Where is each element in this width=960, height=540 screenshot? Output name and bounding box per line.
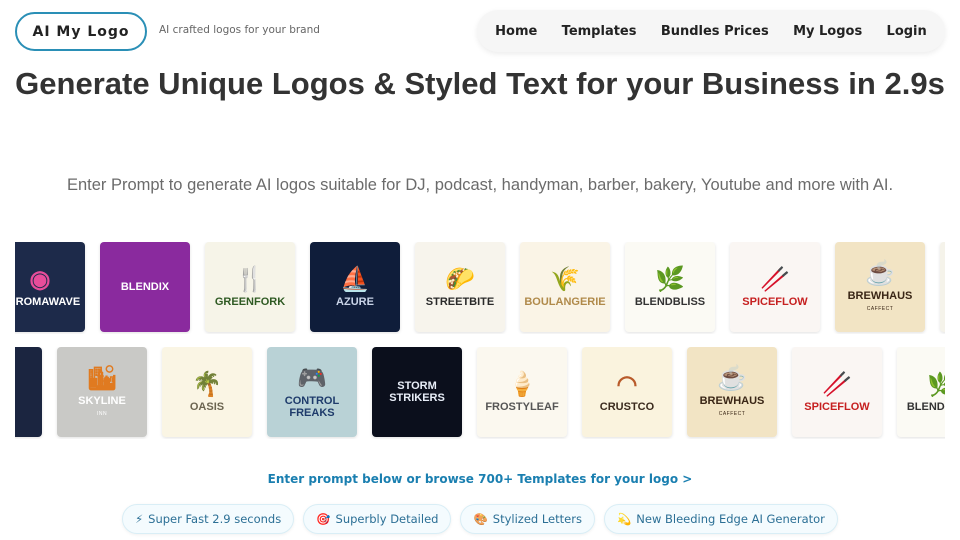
sparkle-icon: 💫 (616, 512, 632, 526)
logo-symbol-icon: 🏙 (86, 364, 118, 392)
nav-my-logos[interactable]: My Logos (793, 24, 862, 39)
logo-symbol-icon: 🍦 (507, 371, 537, 398)
logo-symbol-icon: 🌿 (927, 371, 945, 398)
logo-template-tile[interactable]: 🌿 BLENDBLISS (897, 347, 945, 437)
palette-icon: 🎨 (473, 512, 488, 526)
logo-wordmark: STORM STRIKERS (389, 380, 445, 404)
logo-template-tile[interactable]: BLENDIX (100, 242, 190, 332)
logo-symbol-icon: 🌮 (445, 266, 475, 293)
logo-wordmark: AZURE (336, 296, 374, 308)
logo-template-tile[interactable]: ◉ CHROMAWAVE (15, 242, 85, 332)
logo-subtext: CAFFECT (866, 305, 894, 312)
logo-wordmark: BREWHAUS (847, 289, 913, 302)
logo-symbol-icon: 🌾 (550, 266, 580, 293)
logo-symbol-icon: 🌿 (655, 266, 685, 293)
logo-symbol-icon: 🎮 (297, 365, 327, 392)
feature-pill-detail: 🎯 Superbly Detailed (303, 504, 452, 534)
feature-pill-letters: 🎨 Stylized Letters (460, 504, 595, 534)
brand-tagline: AI crafted logos for your brand (159, 24, 320, 36)
logo-wordmark: SPICEFLOW (742, 296, 808, 308)
logo-symbol-icon: ⛵ (340, 266, 370, 293)
logo-template-tile[interactable]: 🌿 BLENDBLISS (625, 242, 715, 332)
logo-symbol-icon: ◉ (29, 266, 51, 293)
logo-subtext: INN (96, 410, 108, 417)
brand-name: AI My Logo (32, 23, 130, 40)
lightning-icon: ⚡ (135, 512, 144, 526)
logo-wordmark: BREWHAUS (699, 394, 765, 407)
logo-template-tile[interactable]: 🌮 STREETBITE (415, 242, 505, 332)
logo-wordmark: GREENFORK (214, 296, 286, 308)
logo-template-tile[interactable]: ☕ BREWHAUS CAFFECT (835, 242, 925, 332)
logo-template-tile[interactable]: 🥢 SPICEFLOW (730, 242, 820, 332)
feature-pills: ⚡ Super Fast 2.9 seconds 🎯 Superbly Deta… (0, 504, 960, 534)
feature-label: New Bleeding Edge AI Generator (636, 512, 825, 526)
logo-symbol-icon: 🥢 (760, 266, 790, 293)
logo-wordmark: OASIS (189, 401, 225, 413)
feature-label: Superbly Detailed (335, 512, 439, 526)
logo-symbol-icon: ☕ (717, 364, 747, 392)
logo-symbol-icon: 🍴 (235, 266, 265, 293)
nav-home[interactable]: Home (495, 24, 537, 39)
logo-symbol-icon: ☕ (865, 259, 895, 287)
page-title: Generate Unique Logos & Styled Text for … (15, 66, 945, 101)
logo-wordmark: BLENDBLISS (906, 401, 945, 413)
feature-label: Stylized Letters (492, 512, 582, 526)
logo-wordmark: STREETBITE (425, 296, 495, 308)
logo-template-tile[interactable]: 🌴 OASIS (162, 347, 252, 437)
logo-wordmark: BLENDIX (120, 281, 170, 293)
logo-wordmark: BLENDBLISS (634, 296, 706, 308)
logo-template-tile[interactable]: 🏙 SKYLINE INN (57, 347, 147, 437)
logo-template-tile[interactable]: STORM STRIKERS (372, 347, 462, 437)
logo-template-tile[interactable] (15, 347, 42, 437)
logo-wordmark: SKYLINE (78, 394, 126, 407)
logo-wordmark: FROSTYLEAF (485, 401, 559, 413)
logo-symbol-icon: 🌴 (192, 371, 222, 398)
nav-login[interactable]: Login (887, 24, 927, 39)
logo-wordmark: CRUSTCO (599, 401, 655, 413)
logo-wordmark: CHROMAWAVE (15, 296, 81, 308)
feature-pill-generator: 💫 New Bleeding Edge AI Generator (603, 504, 838, 534)
main-nav: Home Templates Bundles Prices My Logos L… (477, 10, 945, 52)
logo-wordmark: BOULANGERIE (524, 296, 606, 308)
browse-templates-link[interactable]: Enter prompt below or browse 700+ Templa… (0, 472, 960, 486)
logo-gallery-row-2: 🏙 SKYLINE INN 🌴 OASIS 🎮 CONTROL FREAKS STORM ST… (15, 347, 945, 439)
logo-template-tile[interactable]: 🥢 SPICEFLOW (792, 347, 882, 437)
logo-template-tile[interactable]: ◠ CRUSTCO (582, 347, 672, 437)
logo-template-tile[interactable]: 🍴 GREENFORK (205, 242, 295, 332)
feature-pill-speed: ⚡ Super Fast 2.9 seconds (122, 504, 295, 534)
nav-bundles-prices[interactable]: Bundles Prices (661, 24, 769, 39)
feature-label: Super Fast 2.9 seconds (148, 512, 282, 526)
logo-wordmark: CONTROL FREAKS (284, 395, 340, 419)
logo-template-tile[interactable]: 🌾 BOULANGERIE (520, 242, 610, 332)
gallery-track-2: 🏙 SKYLINE INN 🌴 OASIS 🎮 CONTROL FREAKS STORM ST… (15, 347, 945, 439)
logo-template-tile[interactable] (940, 242, 945, 332)
logo-wordmark: SPICEFLOW (804, 401, 870, 413)
page-subtitle: Enter Prompt to generate AI logos suitab… (66, 176, 894, 194)
logo-template-tile[interactable]: ⛵ AZURE (310, 242, 400, 332)
logo-symbol-icon: 🥢 (822, 371, 852, 398)
logo-symbol-icon: ◠ (616, 371, 638, 398)
brand-logo[interactable]: AI My Logo (15, 12, 147, 51)
gallery-track-1: ◉ CHROMAWAVE BLENDIX 🍴 GREENFORK ⛵ AZURE 🌮 STREE… (15, 242, 945, 334)
logo-template-tile[interactable]: 🍦 FROSTYLEAF (477, 347, 567, 437)
logo-gallery-row-1: ◉ CHROMAWAVE BLENDIX 🍴 GREENFORK ⛵ AZURE 🌮 STREE… (15, 242, 945, 334)
logo-template-tile[interactable]: ☕ BREWHAUS CAFFECT (687, 347, 777, 437)
nav-templates[interactable]: Templates (562, 24, 637, 39)
target-icon: 🎯 (316, 512, 331, 526)
logo-template-tile[interactable]: 🎮 CONTROL FREAKS (267, 347, 357, 437)
logo-subtext: CAFFECT (718, 410, 746, 417)
site-header: AI My Logo AI crafted logos for your bra… (0, 0, 960, 62)
